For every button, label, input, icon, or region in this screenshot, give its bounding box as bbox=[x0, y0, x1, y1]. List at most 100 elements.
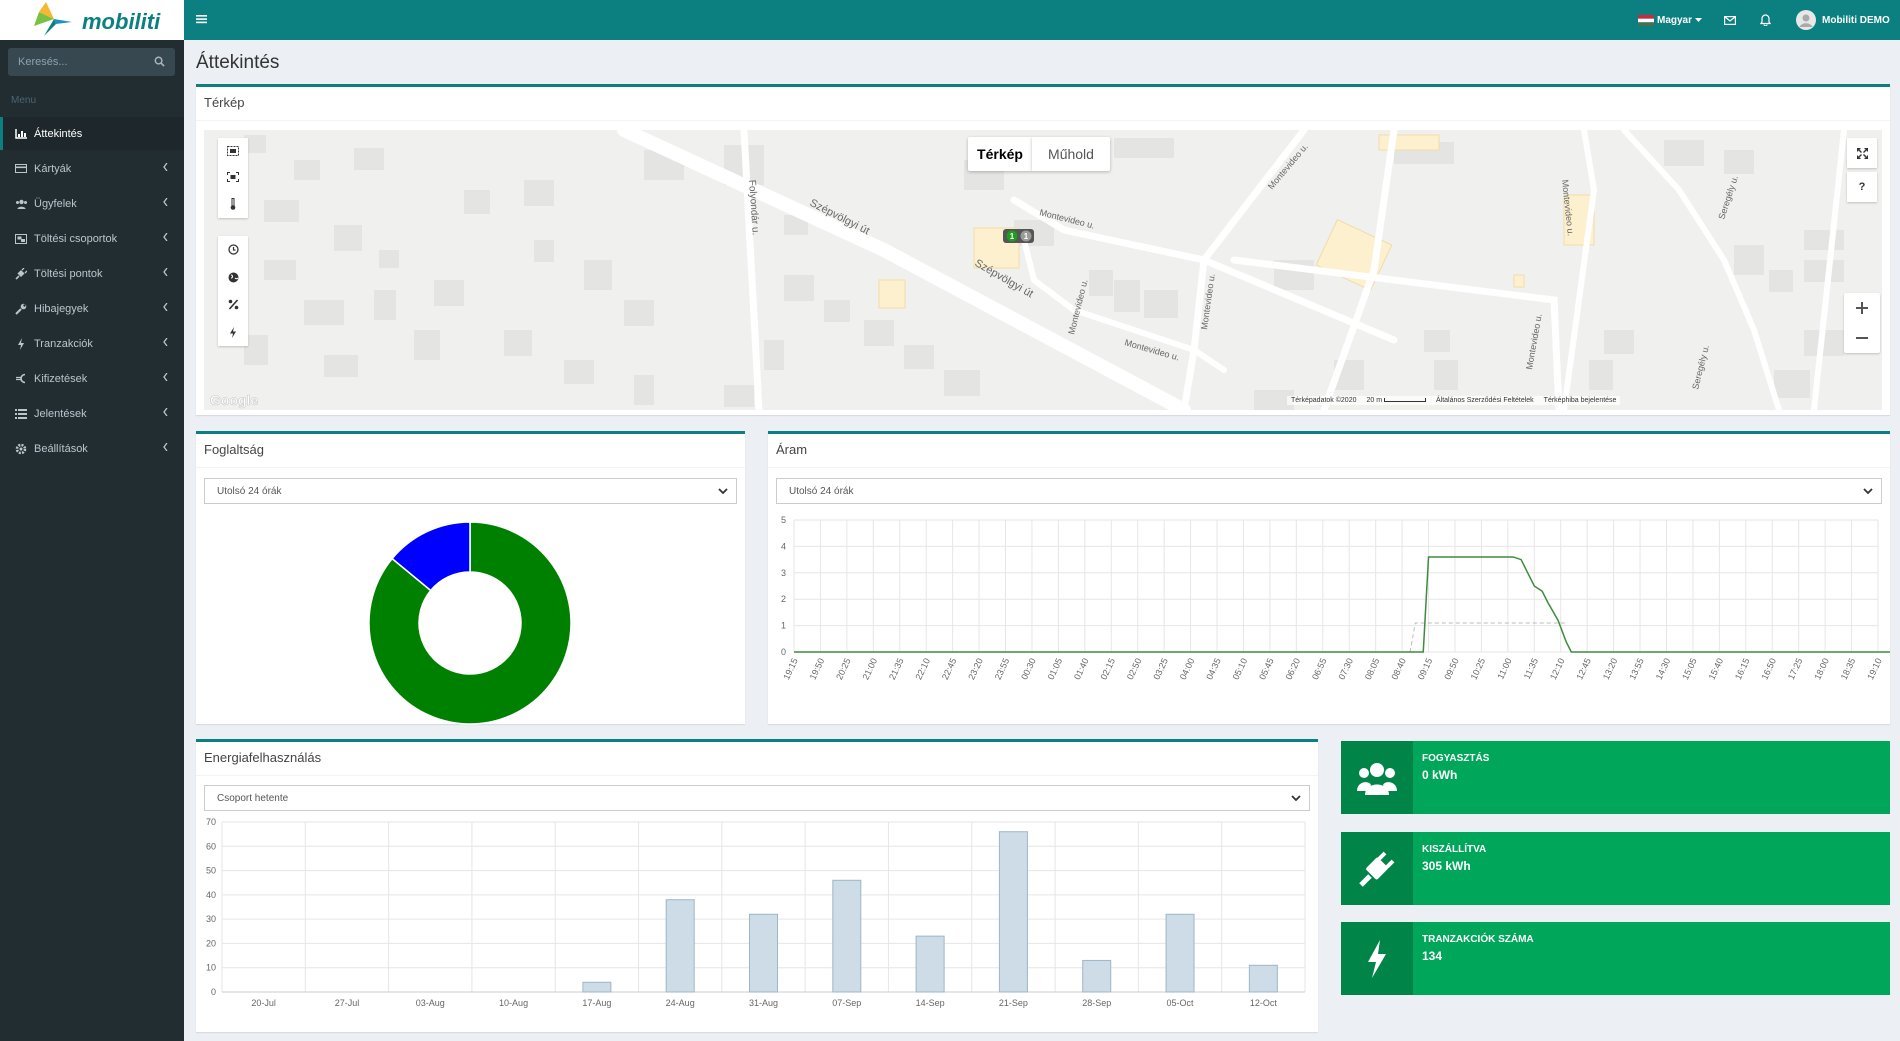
info-box-consumption: Fogyasztás 0 kWh bbox=[1341, 741, 1890, 814]
series-line bbox=[794, 556, 1890, 653]
x-tick-label: 12:10 bbox=[1548, 657, 1567, 682]
energy-box: Energiafelhasználás Csoport hetente 0 10 2… bbox=[196, 739, 1318, 1032]
tab-terkep[interactable]: Térkép bbox=[968, 137, 1032, 171]
x-tick-label: 20:25 bbox=[834, 657, 853, 682]
x-tick-label: 28-Sep bbox=[1082, 998, 1111, 1008]
sidebar-item-attekintes[interactable]: Áttekintés bbox=[0, 117, 184, 150]
sidebar-item-toltesi-csoportok[interactable]: Töltési csoportok bbox=[0, 222, 184, 255]
y-tick-label: 20 bbox=[206, 938, 216, 948]
sidebar-item-beallitasok[interactable]: Beállítások bbox=[0, 432, 184, 465]
station-marker[interactable]: 1 1 bbox=[1003, 229, 1034, 243]
chevron-left-icon bbox=[163, 198, 168, 206]
bar bbox=[1082, 959, 1112, 993]
map-report-link[interactable]: Térképhiba bejelentése bbox=[1544, 397, 1617, 404]
caret-down-icon bbox=[1695, 17, 1703, 22]
menu-header: Menu bbox=[11, 95, 37, 106]
notifications-button[interactable] bbox=[1760, 0, 1771, 40]
energy-title: Energiafelhasználás bbox=[196, 742, 1318, 776]
energy-group-select[interactable]: Csoport hetente bbox=[204, 785, 1310, 811]
current-line-chart: 0 1 2 3 4 5 19:15 19:50 20:25 21:00 21:35 22:10 22:4… bbox=[781, 515, 1890, 682]
x-tick-label: 01:05 bbox=[1046, 657, 1065, 682]
map[interactable]: Szépvölgyi út Szépvölgyi út Folyondár u.… bbox=[204, 130, 1882, 410]
x-tick-label: 02:15 bbox=[1098, 657, 1117, 682]
thermometer-icon[interactable] bbox=[230, 198, 236, 210]
x-tick-label: 04:00 bbox=[1178, 657, 1197, 682]
search-input[interactable] bbox=[8, 48, 148, 76]
bar bbox=[749, 913, 778, 993]
x-tick-label: 12-Oct bbox=[1250, 998, 1278, 1008]
sidebar-item-jelentesek[interactable]: Jelentések bbox=[0, 397, 184, 430]
sidebar-item-label: Kifizetések bbox=[34, 372, 88, 385]
logo[interactable]: mobiliti bbox=[0, 0, 184, 40]
x-tick-label: 06:55 bbox=[1310, 657, 1329, 682]
x-tick-label: 27-Jul bbox=[335, 998, 360, 1008]
zoom-in-icon[interactable] bbox=[1855, 301, 1869, 315]
hungarian-flag-icon bbox=[1638, 14, 1654, 26]
sidebar-item-hibajegyek[interactable]: Hibajegyek bbox=[0, 292, 184, 325]
info-box-label: Tranzakciók száma bbox=[1422, 934, 1534, 945]
x-tick-label: 23:55 bbox=[993, 657, 1012, 682]
globe-icon[interactable] bbox=[228, 272, 239, 283]
search-box bbox=[8, 48, 175, 76]
sidebar-item-kifizetesek[interactable]: Kifizetések bbox=[0, 362, 184, 395]
sidebar-item-toltesi-pontok[interactable]: Töltési pontok bbox=[0, 257, 184, 290]
crop-area-icon[interactable] bbox=[227, 172, 239, 182]
x-tick-label: 04:35 bbox=[1204, 657, 1223, 682]
clock-icon[interactable] bbox=[227, 244, 239, 255]
object-group-icon bbox=[15, 233, 27, 244]
language-label: Magyar bbox=[1657, 14, 1693, 26]
bolt-icon[interactable] bbox=[229, 326, 237, 338]
y-tick-label: 0 bbox=[211, 987, 216, 997]
user-menu[interactable]: Mobiliti DEMO bbox=[1796, 0, 1890, 40]
x-tick-label: 21-Sep bbox=[999, 998, 1028, 1008]
logo-star-icon bbox=[34, 2, 72, 36]
x-tick-label: 23:20 bbox=[966, 657, 985, 682]
language-dropdown[interactable]: Magyar bbox=[1638, 0, 1703, 40]
x-tick-label: 08:05 bbox=[1363, 657, 1382, 682]
info-box-value: 305 kWh bbox=[1422, 859, 1471, 873]
users-icon bbox=[1357, 762, 1397, 795]
map-canvas: Szépvölgyi út Szépvölgyi út Folyondár u.… bbox=[210, 130, 1847, 410]
google-logo: Google bbox=[210, 392, 258, 408]
sidebar-item-kartyak[interactable]: Kártyák bbox=[0, 152, 184, 185]
x-tick-label: 12:45 bbox=[1574, 657, 1593, 682]
map-scale: 20 m bbox=[1366, 397, 1426, 404]
tab-muhold[interactable]: Műhold bbox=[1032, 137, 1110, 171]
fullscreen-button[interactable] bbox=[1847, 138, 1877, 168]
bar bbox=[832, 879, 862, 993]
x-tick-label: 09:15 bbox=[1416, 657, 1435, 682]
x-tick-label: 08:40 bbox=[1389, 657, 1408, 682]
bar bbox=[665, 899, 695, 993]
chevron-left-icon bbox=[163, 373, 168, 381]
hamburger-menu-icon[interactable] bbox=[196, 14, 207, 24]
x-tick-label: 05:45 bbox=[1257, 657, 1276, 682]
x-tick-label: 11:35 bbox=[1522, 657, 1540, 681]
x-tick-label: 16:15 bbox=[1733, 657, 1752, 682]
map-scale-label: 20 m bbox=[1366, 397, 1383, 404]
y-tick-label: 0 bbox=[781, 647, 786, 657]
map-terms-link[interactable]: Általános Szerződési Feltételek bbox=[1436, 397, 1534, 404]
messages-button[interactable] bbox=[1724, 0, 1736, 40]
zoom-out-icon[interactable] bbox=[1855, 331, 1869, 345]
x-tick-label: 21:00 bbox=[861, 657, 880, 682]
select-area-icon[interactable] bbox=[227, 146, 239, 156]
y-tick-label: 70 bbox=[206, 817, 216, 827]
bar bbox=[915, 935, 945, 993]
percent-icon[interactable] bbox=[228, 299, 239, 310]
search-icon[interactable] bbox=[154, 56, 165, 67]
list-icon bbox=[15, 408, 27, 419]
x-tick-label: 05-Oct bbox=[1167, 998, 1195, 1008]
map-attribution: Térképadatok ©2020 20 m Általános Szerző… bbox=[1287, 396, 1621, 405]
current-period-select[interactable]: Utolsó 24 órák bbox=[776, 478, 1882, 504]
sidebar-item-tranzakciok[interactable]: Tranzakciók bbox=[0, 327, 184, 360]
bar bbox=[582, 981, 612, 993]
map-help-button[interactable]: ? bbox=[1847, 172, 1877, 202]
chevron-left-icon bbox=[163, 303, 168, 311]
occupancy-period-select[interactable]: Utolsó 24 órák bbox=[204, 478, 737, 504]
current-title: Áram bbox=[768, 434, 1890, 468]
y-tick-label: 30 bbox=[206, 914, 216, 924]
x-tick-label: 19:50 bbox=[808, 657, 827, 682]
occupancy-box: Foglaltság Utolsó 24 órák bbox=[196, 431, 745, 725]
sidebar-item-ugyfelek[interactable]: Ügyfelek bbox=[0, 187, 184, 220]
bolt-icon bbox=[18, 337, 24, 350]
